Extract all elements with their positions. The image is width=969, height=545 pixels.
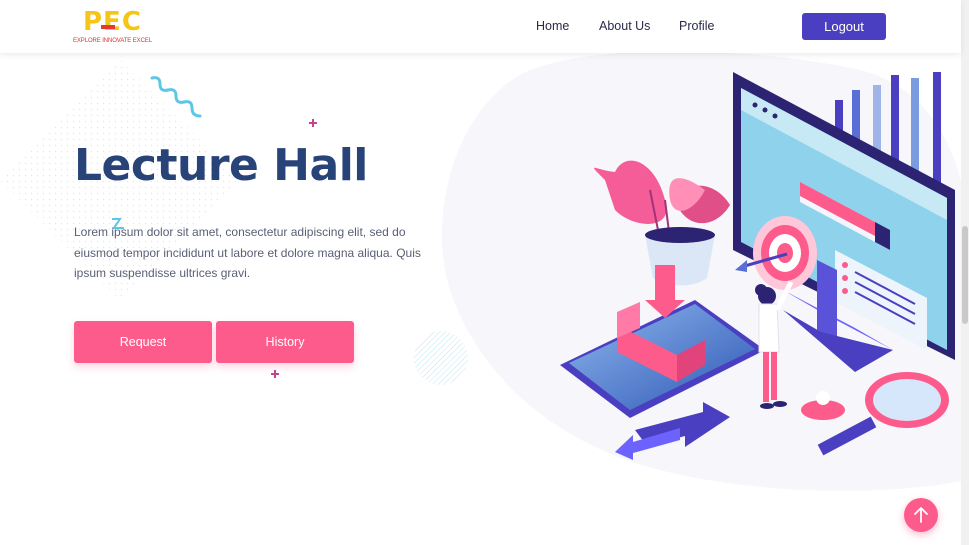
page: Lecture Hall Lorem ipsum dolor sit amet,… <box>0 0 969 545</box>
nav-profile-link[interactable]: Profile <box>679 19 714 33</box>
back-to-top-button[interactable] <box>904 498 938 532</box>
illustration-tablet <box>560 265 765 418</box>
top-navbar: PEC EXPLORE INNOVATE EXCEL Home About Us… <box>0 0 961 53</box>
hero-illustration <box>560 72 955 460</box>
nav-about-us-link[interactable]: About Us <box>599 19 650 33</box>
vertical-scrollbar[interactable] <box>961 0 969 545</box>
logo-text: PEC <box>83 7 142 37</box>
illustration-person <box>755 280 794 409</box>
logout-button[interactable]: Logout <box>802 13 886 40</box>
illustration-location-pin <box>801 391 845 420</box>
plus-decoration <box>309 119 317 127</box>
hero-description: Lorem ipsum dolor sit amet, consectetur … <box>74 225 421 280</box>
arrow-up-icon <box>914 507 928 523</box>
hero-title: Lecture Hall <box>74 140 368 191</box>
nav-home-link[interactable]: Home <box>536 19 569 33</box>
logo-tagline: EXPLORE INNOVATE EXCEL <box>73 38 152 44</box>
hatched-circle-decoration <box>414 331 468 385</box>
plus-decoration <box>271 370 279 378</box>
scrollbar-thumb[interactable] <box>962 226 968 324</box>
pec-logo[interactable]: PEC EXPLORE INNOVATE EXCEL <box>73 7 159 47</box>
history-button[interactable]: History <box>216 321 354 363</box>
logo-accent-bar <box>101 25 115 29</box>
request-button[interactable]: Request <box>74 321 212 363</box>
squiggle-decoration <box>150 76 202 118</box>
